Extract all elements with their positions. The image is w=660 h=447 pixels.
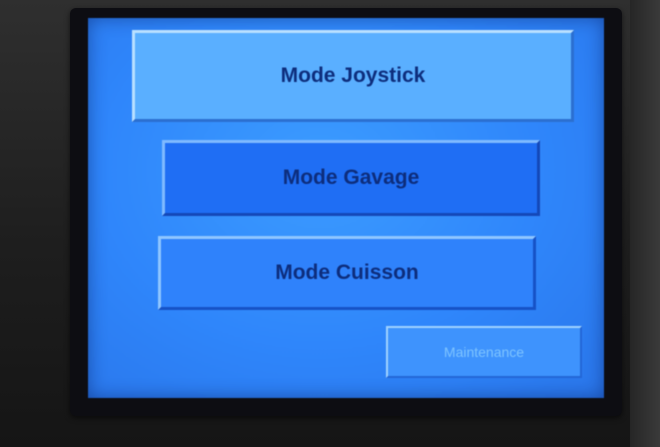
maintenance-button[interactable]: Maintenance [386, 326, 582, 378]
mode-gavage-label: Mode Gavage [282, 166, 420, 189]
device-side-panel [630, 0, 660, 447]
mode-gavage-button[interactable]: Mode Gavage [162, 140, 540, 216]
touch-screen: Mode Joystick Mode Gavage Mode Cuisson M… [88, 18, 604, 398]
mode-joystick-button[interactable]: Mode Joystick [132, 30, 574, 122]
device-housing: Mode Joystick Mode Gavage Mode Cuisson M… [0, 0, 660, 447]
maintenance-label: Maintenance [443, 344, 525, 360]
mode-cuisson-label: Mode Cuisson [275, 261, 419, 284]
mode-joystick-label: Mode Joystick [280, 64, 426, 87]
mode-cuisson-button[interactable]: Mode Cuisson [158, 236, 536, 310]
